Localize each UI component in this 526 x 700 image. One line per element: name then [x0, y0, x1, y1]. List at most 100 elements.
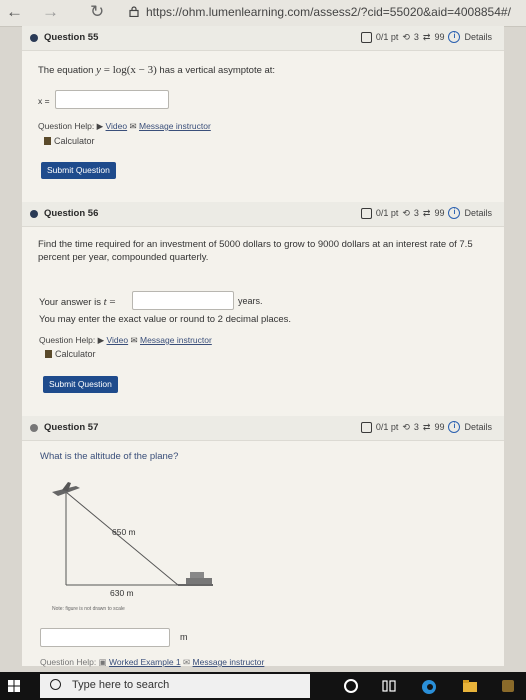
video-icon: ▶ — [96, 121, 104, 131]
answer-unit: years. — [238, 296, 263, 306]
help-label: Question Help: — [38, 121, 95, 131]
question-56-header: Question 56 0/1 pt ⟲ 3 ⇄ 99 i Details — [22, 202, 504, 227]
retry-icon: ⟲ — [402, 31, 410, 42]
help-label: Question Help: — [40, 657, 97, 667]
message-instructor-link[interactable]: Message instructor — [139, 121, 211, 131]
answer-unit: m — [180, 632, 188, 642]
assessment-page: Question 55 0/1 pt ⟲ 3 ⇄ 99 i Details Th… — [22, 26, 504, 668]
video-link[interactable]: Video — [106, 121, 128, 131]
attempts-count: 99 — [434, 32, 445, 42]
retry-icon: ⟲ — [402, 421, 410, 432]
answer-text: Your answer is — [39, 297, 104, 308]
figure-note: Note: figure is not drawn to scale — [52, 606, 125, 612]
tower-icon — [186, 572, 212, 584]
calculator-icon — [45, 350, 52, 358]
submit-question-button[interactable]: Submit Question — [43, 376, 118, 393]
question-prompt: The equation y = log(x − 3) has a vertic… — [38, 64, 275, 76]
browser-toolbar: ← → ↻ https://ohm.lumenlearning.com/asse… — [0, 0, 526, 27]
file-explorer-icon[interactable] — [462, 678, 478, 694]
retries-count: 3 — [413, 422, 419, 432]
calculator-label: Calculator — [55, 349, 96, 359]
search-icon — [50, 679, 61, 690]
altitude-input[interactable] — [40, 628, 170, 647]
prompt-text: The equation — [38, 65, 97, 76]
question-status-dot — [30, 210, 38, 218]
answer-prefix: Your answer is t = — [39, 296, 116, 308]
question-57-header: Question 57 0/1 pt ⟲ 3 ⇄ 99 i Details — [22, 416, 504, 441]
question-meta: 0/1 pt ⟲ 3 ⇄ 99 i Details — [360, 31, 492, 43]
plane-altitude-diagram: 650 m 630 m — [52, 482, 213, 598]
info-icon[interactable]: i — [448, 207, 461, 219]
retries-count: 3 — [413, 32, 419, 42]
attempts-icon: ⇄ — [422, 421, 431, 432]
help-label: Question Help: — [39, 335, 96, 345]
task-view-icon[interactable] — [381, 678, 397, 694]
details-link[interactable]: Details — [464, 422, 492, 432]
windows-start-icon[interactable] — [8, 680, 20, 692]
lock-icon — [129, 6, 139, 17]
question-prompt: What is the altitude of the plane? — [40, 451, 179, 462]
question-help: Question Help: ▶ Video ✉ Message instruc… — [39, 335, 212, 346]
mail-icon: ✉ — [130, 335, 138, 345]
mail-icon: ✉ — [129, 121, 137, 131]
video-icon: ▶ — [97, 335, 105, 345]
question-meta: 0/1 pt ⟲ 3 ⇄ 99 i Details — [360, 421, 492, 433]
attempts-icon: ⇄ — [422, 207, 431, 218]
video-link[interactable]: Video — [107, 335, 129, 345]
question-title: Question 57 — [44, 422, 99, 433]
answer-label: x = — [38, 96, 50, 106]
question-help: Question Help: ▶ Video ✉ Message instruc… — [38, 121, 211, 132]
score-icon — [360, 421, 372, 433]
store-app-icon[interactable] — [500, 678, 516, 694]
question-help: Question Help: ▣ Worked Example 1 ✉ Mess… — [40, 657, 264, 668]
attempts-count: 99 — [434, 422, 445, 432]
mail-icon: ✉ — [183, 657, 191, 667]
message-instructor-link[interactable]: Message instructor — [193, 657, 265, 667]
retry-icon: ⟲ — [402, 207, 410, 218]
base-label: 630 m — [110, 588, 134, 598]
windows-taskbar: Type here to search — [0, 672, 526, 700]
taskbar-search-box[interactable]: Type here to search — [40, 674, 310, 698]
math-expression: = log(x − 3) — [101, 64, 157, 76]
math-expression: = — [106, 296, 116, 308]
hypotenuse-line — [65, 491, 179, 586]
back-arrow-icon[interactable]: ← — [6, 2, 23, 22]
address-bar[interactable]: https://ohm.lumenlearning.com/assess2/?c… — [146, 5, 526, 19]
question-title: Question 56 — [44, 208, 99, 219]
score-icon — [360, 207, 372, 219]
calculator-button[interactable]: Calculator — [44, 136, 95, 146]
details-link[interactable]: Details — [464, 208, 492, 218]
question-status-dot — [30, 34, 38, 42]
calculator-icon — [44, 137, 51, 145]
info-icon[interactable]: i — [448, 421, 461, 433]
worked-example-icon: ▣ — [98, 657, 107, 667]
calculator-label: Calculator — [54, 136, 95, 146]
retries-count: 3 — [413, 208, 419, 218]
message-instructor-link[interactable]: Message instructor — [140, 335, 212, 345]
question-prompt: Find the time required for an investment… — [38, 239, 473, 263]
rounding-hint: You may enter the exact value or round t… — [39, 314, 292, 325]
submit-question-button[interactable]: Submit Question — [41, 162, 116, 179]
details-link[interactable]: Details — [464, 32, 492, 42]
question-55-header: Question 55 0/1 pt ⟲ 3 ⇄ 99 i Details — [22, 26, 504, 51]
time-answer-input[interactable] — [132, 291, 234, 310]
worked-example-link[interactable]: Worked Example 1 — [109, 657, 181, 667]
points-label: 0/1 pt — [375, 208, 399, 218]
attempts-count: 99 — [434, 208, 445, 218]
reload-icon[interactable]: ↻ — [90, 2, 104, 22]
calculator-button[interactable]: Calculator — [45, 349, 96, 359]
info-icon[interactable]: i — [448, 31, 461, 43]
attempts-icon: ⇄ — [422, 31, 431, 42]
edge-browser-icon[interactable] — [420, 678, 438, 696]
search-placeholder: Type here to search — [72, 679, 170, 691]
prompt-text: has a vertical asymptote at: — [156, 65, 276, 76]
cortana-icon[interactable] — [343, 678, 359, 694]
asymptote-input[interactable] — [55, 90, 169, 109]
points-label: 0/1 pt — [375, 422, 399, 432]
question-title: Question 55 — [44, 32, 99, 43]
points-label: 0/1 pt — [375, 32, 399, 42]
forward-arrow-icon[interactable]: → — [42, 2, 59, 22]
score-icon — [360, 31, 372, 43]
hypotenuse-label: 650 m — [112, 527, 136, 537]
question-status-dot — [30, 424, 38, 432]
